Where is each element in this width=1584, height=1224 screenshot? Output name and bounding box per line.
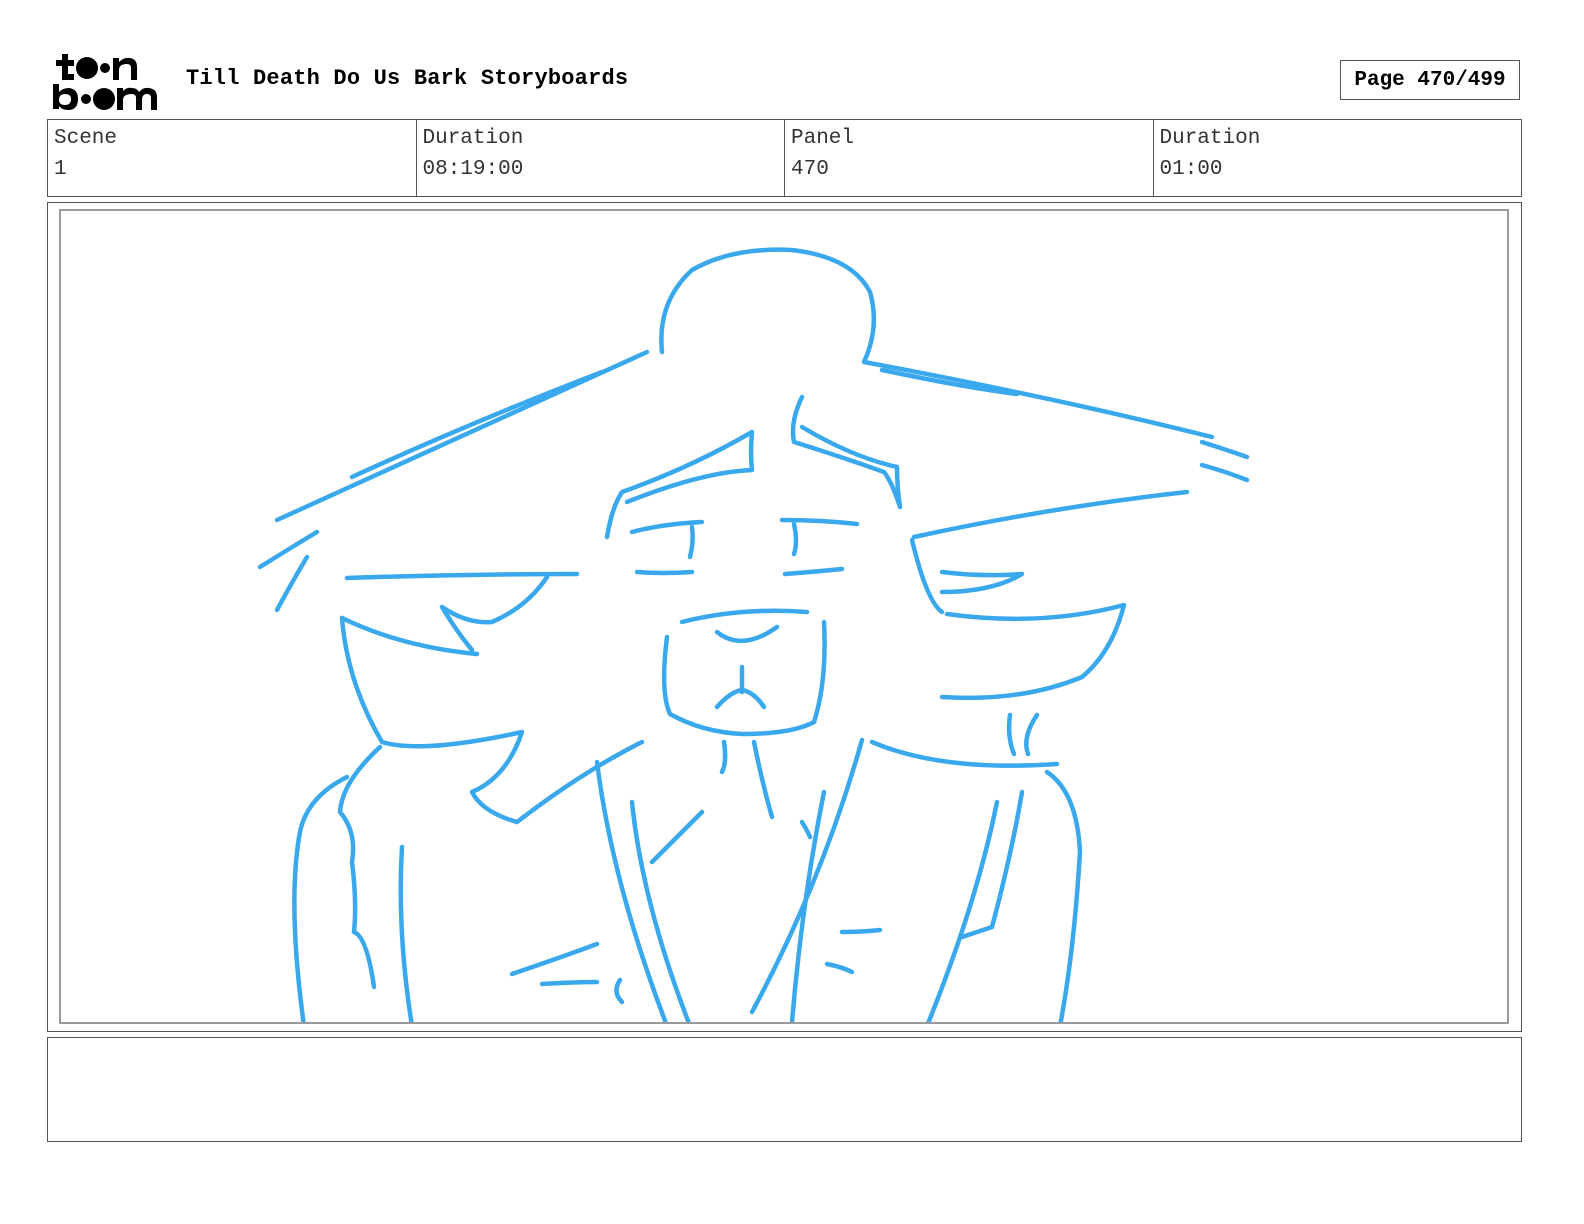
page-indicator: Page 470/499 [1340, 60, 1520, 100]
scene-label: Scene [54, 127, 118, 150]
scene-duration-label: Duration [422, 127, 524, 150]
storyboard-sketch-icon [257, 247, 1250, 1022]
panel-notes-box [47, 1037, 1522, 1142]
panel-cell: Panel 470 [785, 120, 1154, 196]
scene-value: 1 [54, 158, 67, 181]
panel-image [59, 209, 1509, 1024]
toon-boom-logo [52, 50, 164, 112]
scene-cell: Scene 1 [48, 120, 417, 196]
toon-boom-logo-icon [53, 54, 157, 110]
document-title: Till Death Do Us Bark Storyboards [186, 66, 629, 91]
panel-value: 470 [791, 158, 829, 181]
panel-duration-value: 01:00 [1159, 158, 1223, 181]
panel-label: Panel [791, 127, 855, 150]
panel-duration-label: Duration [1159, 127, 1261, 150]
scene-duration-value: 08:19:00 [422, 158, 524, 181]
panel-duration-cell: Duration 01:00 [1154, 120, 1522, 196]
scene-duration-cell: Duration 08:19:00 [417, 120, 785, 196]
scene-info-table: Scene 1 Duration 08:19:00 Panel 470 Dura… [47, 119, 1522, 197]
